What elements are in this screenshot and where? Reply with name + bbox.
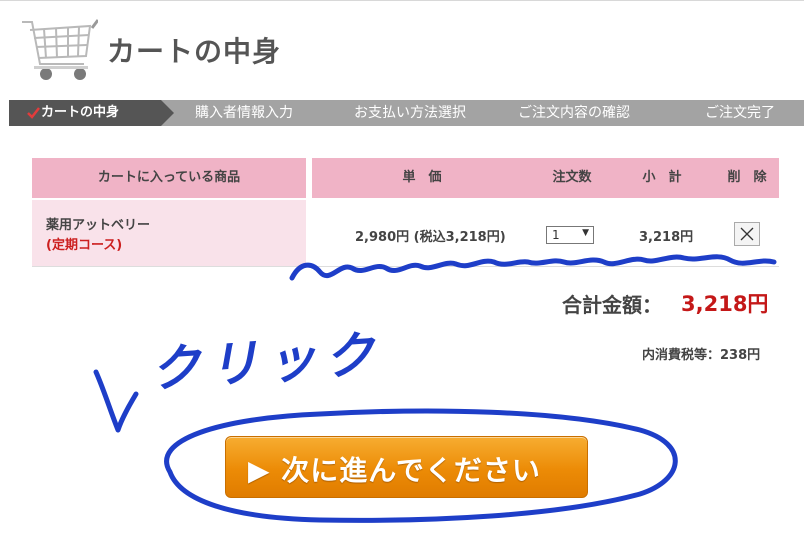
header-delete: 削 除 xyxy=(727,170,767,185)
quantity-value: 1 xyxy=(552,228,560,242)
arrow-down-icon xyxy=(93,369,139,433)
step-cart: カートの中身 xyxy=(41,105,120,120)
next-button-label: ▶ 次に進んでください xyxy=(248,454,541,487)
table-divider xyxy=(32,266,779,267)
header-quantity: 注文数 xyxy=(552,170,592,185)
quantity-select[interactable]: 1 ▼ xyxy=(546,226,594,244)
header-product: カートに入っている商品 xyxy=(97,170,241,185)
product-cell: 薬用アットベリー (定期コース) xyxy=(32,200,306,266)
header-subtotal: 小 計 xyxy=(642,170,682,185)
delete-button[interactable] xyxy=(734,222,760,246)
click-annotation: クリック xyxy=(148,324,385,400)
checkout-steps: カートの中身 購入者情報入力 お支払い方法選択 ご注文内容の確認 ご注文完了 xyxy=(9,100,804,126)
product-name[interactable]: 薬用アットベリー xyxy=(46,214,150,233)
close-icon xyxy=(740,227,754,241)
total-value: 3,218円 xyxy=(681,292,769,316)
step-payment: お支払い方法選択 xyxy=(354,105,466,121)
total-label: 合計金額： xyxy=(562,293,662,317)
tax-amount: 内消費税等：238円 xyxy=(642,348,761,363)
table-row: 薬用アットベリー (定期コース) 2,980円 (税込3,218円) 1 ▼ 3… xyxy=(32,200,779,266)
top-border xyxy=(0,0,804,1)
checkmark-icon xyxy=(27,107,40,119)
unit-price: 2,980円 (税込3,218円) xyxy=(355,230,506,245)
page-title: カートの中身 xyxy=(107,35,282,68)
chevron-down-icon: ▼ xyxy=(582,228,589,238)
product-course: (定期コース) xyxy=(46,238,123,253)
header-unit-price: 単 価 xyxy=(402,170,442,185)
subtotal: 3,218円 xyxy=(639,230,694,245)
step-customer-info: 購入者情報入力 xyxy=(195,105,293,121)
shopping-cart-icon xyxy=(22,19,98,80)
next-button[interactable]: ▶ 次に進んでください xyxy=(225,436,588,498)
step-complete: ご注文完了 xyxy=(705,105,775,121)
step-confirm: ご注文内容の確認 xyxy=(518,105,630,121)
